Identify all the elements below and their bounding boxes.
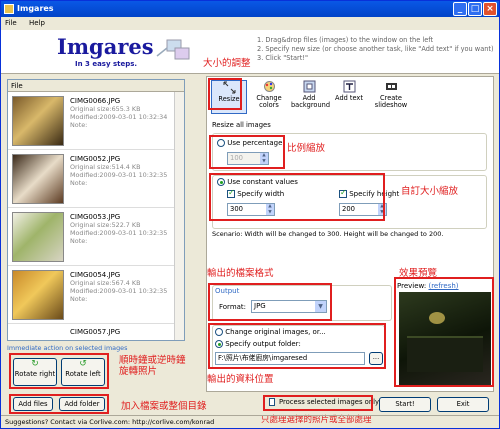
tagline: In 3 easy steps. [75,60,138,68]
palette-icon [263,81,275,92]
tool-add-text[interactable]: Add text [331,80,367,114]
file-note: Note: [70,295,88,303]
thumbnail [12,96,64,146]
annotation-box-resize [208,78,242,110]
step-2: 2. Specify new size (or choose another t… [257,45,494,53]
file-size: Original size:522.7 KB [70,221,141,229]
file-item[interactable]: CIMG0052.JPG Original size:514.4 KB Modi… [8,150,184,208]
film-icon [385,83,397,90]
file-item[interactable]: CIMG0066.JPG Original size:655.3 KB Modi… [8,92,184,150]
file-size: Original size:567.4 KB [70,279,141,287]
annotation-box-rotate [9,353,109,389]
annotation-box-custom [209,173,385,221]
annotation-folder: 輸出的資料位置 [207,374,274,385]
annotation-box-format [208,283,332,321]
annotation-resize: 大小的調整 [203,58,251,69]
step-1: 1. Drag&drop files (images) to the windo… [257,36,434,44]
annotation-box-percentage [209,135,285,169]
file-name: CIMG0066.JPG [70,97,121,105]
file-note: Note: [70,237,88,245]
start-button[interactable]: Start! [379,397,431,412]
file-list-header[interactable]: File [8,80,184,92]
menu-help[interactable]: Help [29,19,45,27]
text-icon [343,80,355,93]
resize-section-title: Resize all images [212,121,271,129]
app-window: Imgares _ □ × File Help Imgares In 3 eas… [0,0,500,429]
annotation-box-add [9,394,109,414]
task-toolbar: Resize Change colors Add background Add … [207,77,493,117]
immediate-action-label: Immediate action on selected images [7,344,128,352]
annotation-percentage: 比例縮放 [287,143,326,154]
minimize-button[interactable]: _ [453,2,467,16]
tool-change-colors[interactable]: Change colors [251,80,287,114]
file-modified: Modified:2009-03-01 10:32:35 [70,229,168,237]
annotation-format: 輸出的檔案格式 [207,268,274,279]
file-item[interactable]: CIMG0057.JPG [8,324,184,344]
instructions: 1. Drag&drop files (images) to the windo… [257,36,494,63]
logo: Imgares [57,34,154,59]
header-graphic-icon [156,39,190,60]
file-note: Note: [70,179,88,187]
tool-label: Add background [291,94,330,109]
scenario-text: Scenario: Width will be changed to 300. … [212,230,444,238]
app-icon [4,4,14,14]
menu-file[interactable]: File [5,19,17,27]
file-modified: Modified:2009-03-01 10:32:35 [70,287,168,295]
file-item[interactable]: CIMG0054.JPG Original size:567.4 KB Modi… [8,266,184,324]
file-modified: Modified:2009-03-01 10:32:34 [70,113,168,121]
splitter[interactable] [195,76,205,392]
tool-create-slideshow[interactable]: Create slideshow [371,80,411,114]
tool-label: Create slideshow [374,94,408,109]
maximize-button[interactable]: □ [468,2,482,16]
status-bar: Suggestions? Contact via Corlive.com: ht… [1,415,499,429]
step-3: 3. Click "Start!" [257,54,309,62]
exit-button[interactable]: Exit [437,397,489,412]
file-size: Original size:514.4 KB [70,163,141,171]
tool-label: Change colors [256,94,282,109]
thumbnail [12,154,64,204]
tool-label: Add text [335,94,363,102]
file-size: Original size:655.3 KB [70,105,141,113]
window-title: Imgares [17,4,54,13]
file-list-scrollbar[interactable] [174,92,184,340]
file-name: CIMG0057.JPG [70,328,121,336]
file-item[interactable]: CIMG0053.JPG Original size:522.7 KB Modi… [8,208,184,266]
title-bar: Imgares _ □ × [1,1,499,17]
thumbnail [12,270,64,320]
annotation-box-preview [394,277,494,387]
background-icon [303,80,315,93]
file-note: Note: [70,121,88,129]
status-text: Suggestions? Contact via Corlive.com: ht… [5,418,215,426]
file-name: CIMG0053.JPG [70,213,121,221]
file-modified: Modified:2009-03-01 10:32:35 [70,171,168,179]
file-name: CIMG0052.JPG [70,155,121,163]
annotation-rotate: 順時鐘或逆時鐘 旋轉照片 [119,355,186,377]
close-button[interactable]: × [483,2,497,16]
file-name: CIMG0054.JPG [70,271,121,279]
annotation-box-folder [208,323,386,369]
annotation-box-process [263,395,373,411]
thumbnail [12,212,64,262]
annotation-custom: 自訂大小縮放 [401,186,459,197]
annotation-add: 加入檔案或整個目錄 [121,401,207,412]
tool-add-background[interactable]: Add background [291,80,330,114]
file-list[interactable]: File CIMG0066.JPG Original size:655.3 KB… [7,79,185,341]
menu-bar: File Help [1,17,499,30]
